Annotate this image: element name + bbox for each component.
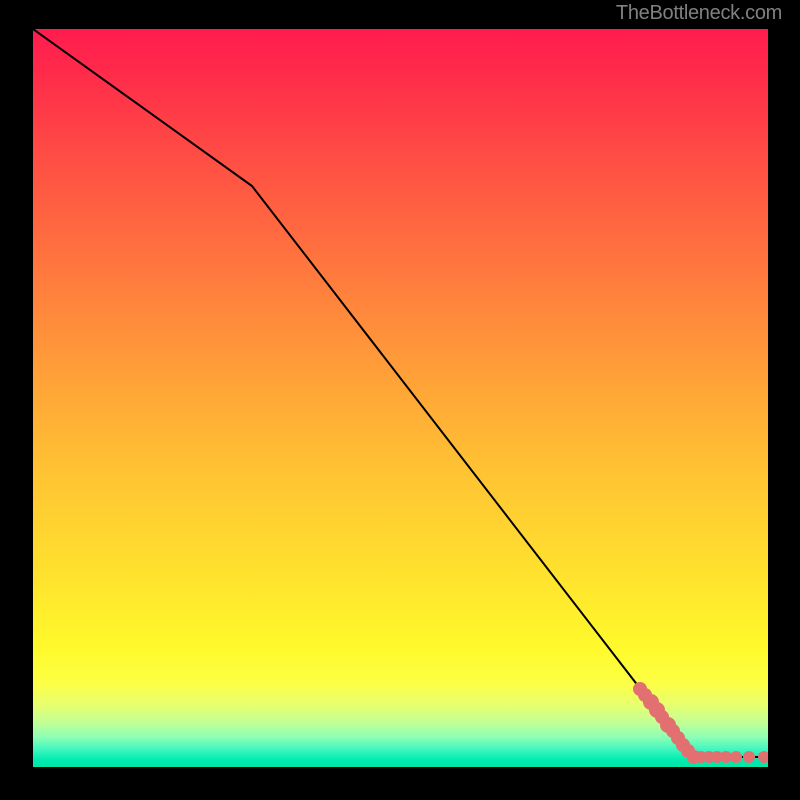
gradient-background (33, 29, 768, 767)
chart-container: TheBottleneck.com (0, 0, 800, 800)
plot-area (33, 29, 768, 767)
watermark-text: TheBottleneck.com (616, 2, 782, 25)
